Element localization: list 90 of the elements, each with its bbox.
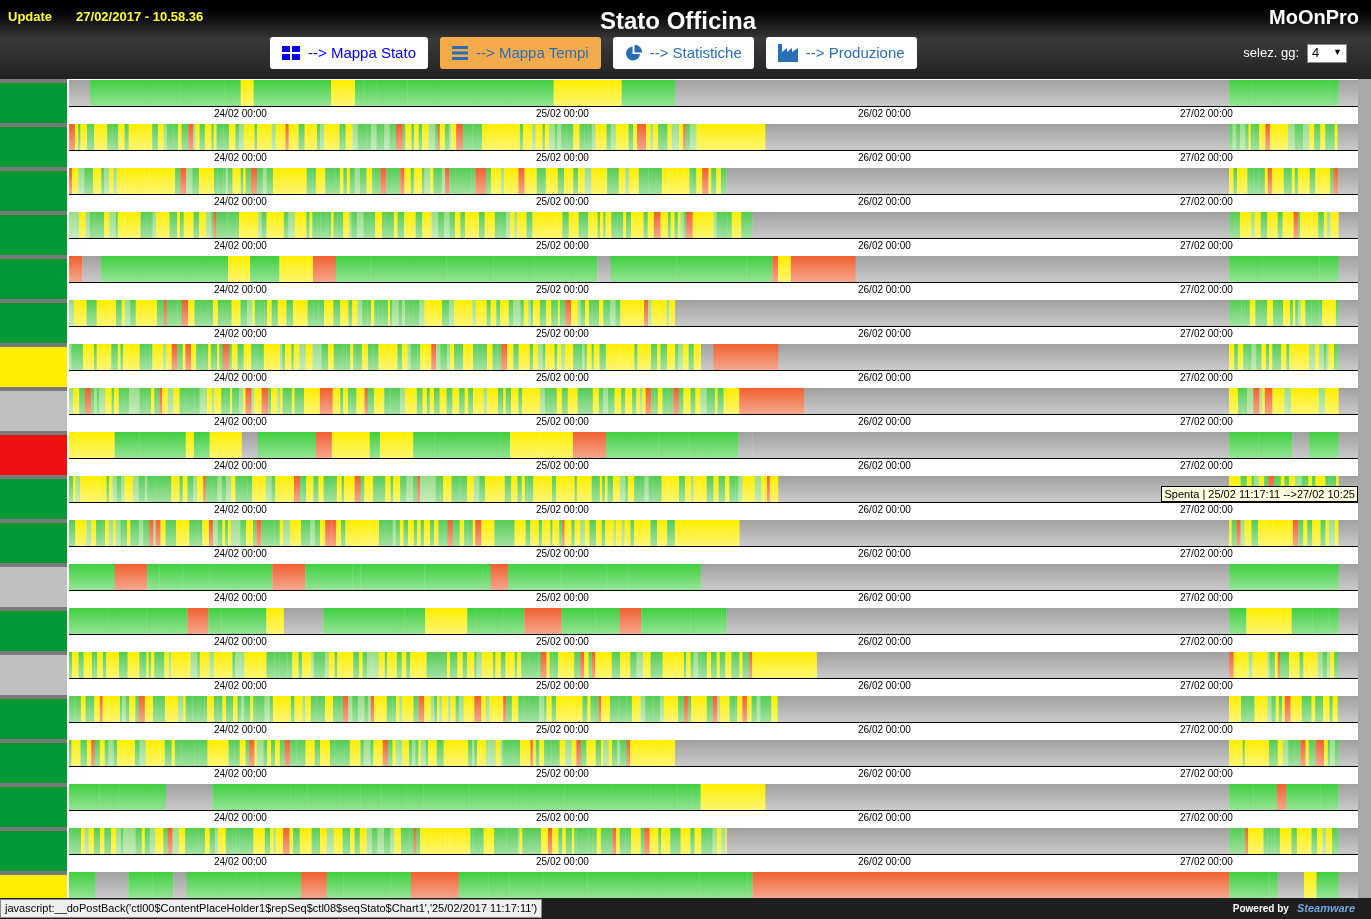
- axis-label: 25/02 00:00: [536, 680, 589, 692]
- brand-logo: MoOnPro: [1269, 5, 1359, 30]
- axis-label: 27/02 00:00: [1180, 460, 1233, 472]
- axis-label: 27/02 00:00: [1180, 284, 1233, 296]
- axis-label: 25/02 00:00: [536, 328, 589, 340]
- axis-label: 24/02 00:00: [214, 372, 267, 384]
- axis-label: 27/02 00:00: [1180, 680, 1233, 692]
- axis-label: 24/02 00:00: [214, 724, 267, 736]
- axis-label: 26/02 00:00: [858, 856, 911, 868]
- axis-label: 26/02 00:00: [858, 284, 911, 296]
- axis-label: 25/02 00:00: [536, 460, 589, 472]
- axis-label: 26/02 00:00: [858, 328, 911, 340]
- axis-label: 24/02 00:00: [214, 152, 267, 164]
- axis-label: 26/02 00:00: [858, 108, 911, 120]
- nav-button[interactable]: --> Statistiche: [612, 37, 754, 69]
- axis-label: 24/02 00:00: [214, 768, 267, 780]
- steamware-logo: Steamware: [1296, 901, 1355, 917]
- page-title: Stato Officina: [600, 6, 756, 36]
- axis-label: 25/02 00:00: [536, 108, 589, 120]
- caret-icon: ▼: [1333, 46, 1342, 60]
- axis-label: 26/02 00:00: [858, 592, 911, 604]
- axis-label: 27/02 00:00: [1180, 328, 1233, 340]
- axis-label: 27/02 00:00: [1180, 592, 1233, 604]
- axis-label: 25/02 00:00: [536, 152, 589, 164]
- axis-label: 27/02 00:00: [1180, 548, 1233, 560]
- axis-label: 27/02 00:00: [1180, 416, 1233, 428]
- axis-label: 27/02 00:00: [1180, 724, 1233, 736]
- days-label: selez. gg:: [1243, 44, 1299, 63]
- axis-label: 24/02 00:00: [214, 504, 267, 516]
- axis-label: 26/02 00:00: [858, 548, 911, 560]
- nav-button[interactable]: --> Produzione: [765, 37, 917, 69]
- axis-label: 26/02 00:00: [858, 812, 911, 824]
- status-url: javascript:__doPostBack('ctl00$ContentPlaceHolder1$repSeq$ctl08$seqStato$Chart1','25/02/2017 11:17:11'): [0, 899, 543, 918]
- update-label: Update: [8, 8, 53, 27]
- axis-label: 25/02 00:00: [536, 284, 589, 296]
- axis-label: 24/02 00:00: [214, 284, 267, 296]
- factory-icon: [777, 44, 798, 62]
- axis-label: 24/02 00:00: [214, 460, 267, 472]
- axis-label: 26/02 00:00: [858, 460, 911, 472]
- axis-label: 26/02 00:00: [858, 768, 911, 780]
- axis-label: 25/02 00:00: [536, 592, 589, 604]
- axis-label: 25/02 00:00: [536, 240, 589, 252]
- axis-label: 25/02 00:00: [536, 856, 589, 868]
- axis-label: 26/02 00:00: [858, 196, 911, 208]
- axis-label: 25/02 00:00: [536, 636, 589, 648]
- axis-label: 25/02 00:00: [536, 768, 589, 780]
- axis-label: 26/02 00:00: [858, 504, 911, 516]
- axis-label: 24/02 00:00: [214, 416, 267, 428]
- axis-label: 26/02 00:00: [858, 372, 911, 384]
- axis-label: 25/02 00:00: [536, 372, 589, 384]
- update-time: 27/02/2017 - 10.58.36: [76, 8, 204, 27]
- axis-label: 25/02 00:00: [536, 416, 589, 428]
- axis-label: 27/02 00:00: [1180, 108, 1233, 120]
- axis-label: 24/02 00:00: [214, 548, 267, 560]
- axis-label: 27/02 00:00: [1180, 240, 1233, 252]
- axis-label: 27/02 00:00: [1180, 504, 1233, 516]
- axis-label: 27/02 00:00: [1180, 196, 1233, 208]
- axis-label: 24/02 00:00: [214, 240, 267, 252]
- axis-label: 26/02 00:00: [858, 724, 911, 736]
- axis-label: 25/02 00:00: [536, 812, 589, 824]
- axis-label: 26/02 00:00: [858, 680, 911, 692]
- axis-label: 24/02 00:00: [214, 636, 267, 648]
- powered-by-label: Powered by: [1232, 902, 1289, 916]
- axis-label: 27/02 00:00: [1180, 856, 1233, 868]
- axis-label: 24/02 00:00: [214, 592, 267, 604]
- axis-label: 26/02 00:00: [858, 152, 911, 164]
- tooltip: Spenta | 25/02 11:17:11 -->27/02 10:25: [1161, 486, 1358, 502]
- axis-label: 25/02 00:00: [536, 724, 589, 736]
- axis-label: 24/02 00:00: [214, 196, 267, 208]
- axis-label: 24/02 00:00: [214, 328, 267, 340]
- axis-label: 27/02 00:00: [1180, 768, 1233, 780]
- axis-label: 24/02 00:00: [214, 108, 267, 120]
- axis-label: 26/02 00:00: [858, 416, 911, 428]
- axis-label: 27/02 00:00: [1180, 636, 1233, 648]
- axis-label: 27/02 00:00: [1180, 812, 1233, 824]
- grid-icon: [282, 46, 300, 60]
- pie-chart-icon: [624, 44, 642, 62]
- axis-label: 27/02 00:00: [1180, 372, 1233, 384]
- axis-label: 25/02 00:00: [536, 504, 589, 516]
- axis-label: 24/02 00:00: [214, 812, 267, 824]
- axis-label: 25/02 00:00: [536, 196, 589, 208]
- axis-label: 26/02 00:00: [858, 240, 911, 252]
- axis-label: 24/02 00:00: [214, 680, 267, 692]
- axis-label: 26/02 00:00: [858, 636, 911, 648]
- list-icon: [452, 46, 468, 60]
- axis-label: 24/02 00:00: [214, 856, 267, 868]
- days-select[interactable]: 4 ▼: [1307, 43, 1347, 63]
- axis-label: 25/02 00:00: [536, 548, 589, 560]
- nav-button[interactable]: --> Mappa Stato: [270, 37, 428, 69]
- axis-label: 27/02 00:00: [1180, 152, 1233, 164]
